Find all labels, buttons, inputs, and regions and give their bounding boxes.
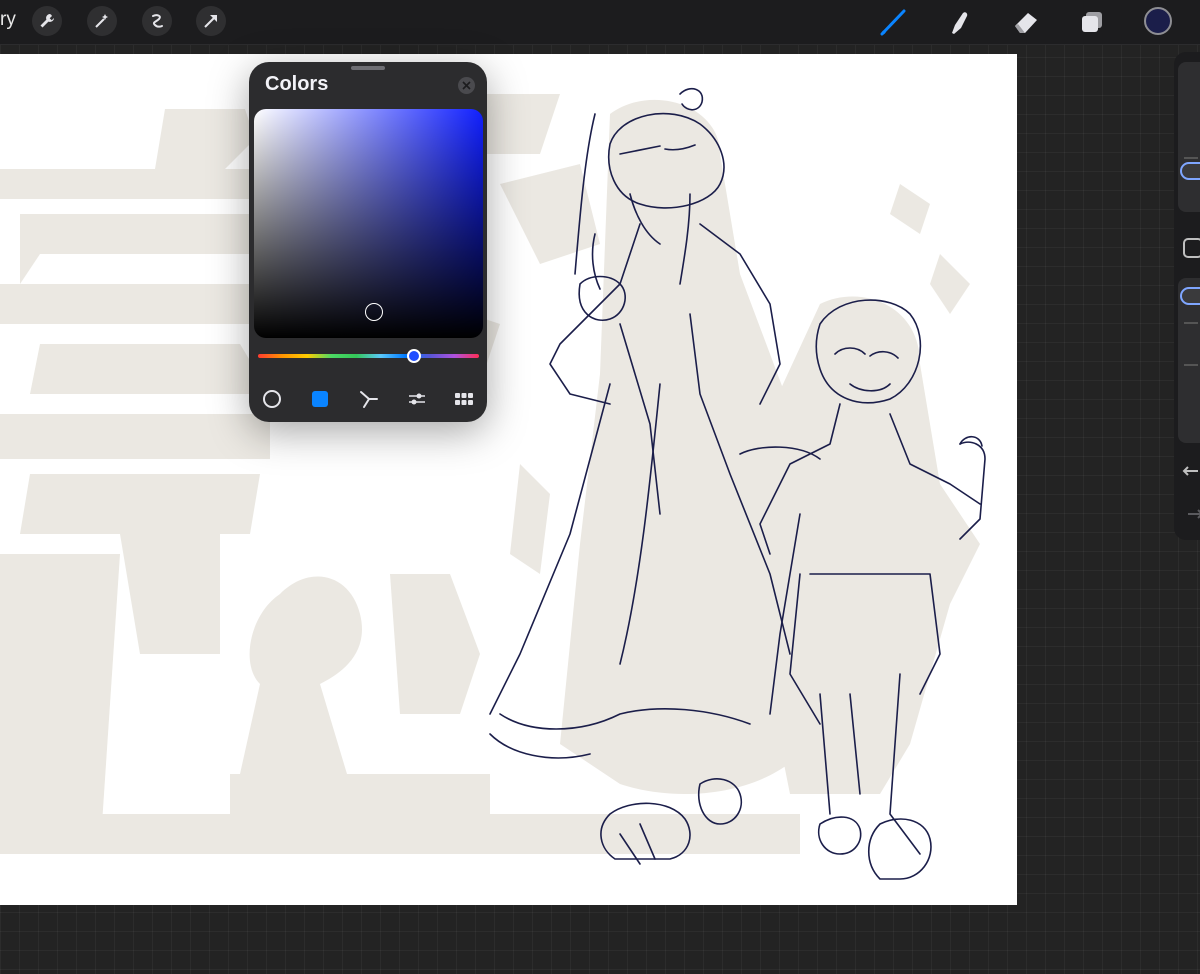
actions-button[interactable] xyxy=(32,6,62,36)
smudge-tool-button[interactable] xyxy=(943,6,975,38)
palettes-mode-button[interactable] xyxy=(452,387,476,411)
disc-mode-button[interactable] xyxy=(260,387,284,411)
layers-button[interactable] xyxy=(1076,6,1108,38)
color-picker-ring[interactable] xyxy=(365,303,383,321)
brush-size-slider[interactable] xyxy=(1178,62,1200,212)
hue-slider-knob[interactable] xyxy=(407,349,421,363)
wrench-icon xyxy=(40,14,54,28)
opacity-tick xyxy=(1184,322,1198,324)
smudge-icon xyxy=(952,12,968,34)
classic-mode-icon xyxy=(312,391,328,407)
size-tick xyxy=(1184,157,1198,159)
selection-icon xyxy=(152,14,163,28)
panel-grabber[interactable] xyxy=(351,66,385,70)
eraser-icon xyxy=(1015,13,1037,33)
colors-panel: Colors xyxy=(249,62,487,422)
modify-button[interactable] xyxy=(1183,238,1200,258)
layers-icon xyxy=(1082,12,1102,32)
undo-icon[interactable] xyxy=(1182,464,1200,482)
hue-slider[interactable] xyxy=(258,354,479,358)
value-mode-icon xyxy=(409,393,425,405)
transform-arrow-icon xyxy=(204,15,217,28)
close-icon xyxy=(462,81,471,90)
panel-title: Colors xyxy=(265,73,329,95)
selection-button[interactable] xyxy=(142,6,172,36)
opacity-tick xyxy=(1184,364,1198,366)
transform-button[interactable] xyxy=(196,6,226,36)
adjustments-button[interactable] xyxy=(87,6,117,36)
brush-tool-button[interactable] xyxy=(877,6,909,38)
palettes-mode-icon xyxy=(455,393,473,405)
saturation-brightness-square[interactable] xyxy=(254,109,483,338)
artwork xyxy=(0,87,986,880)
close-button[interactable] xyxy=(458,77,475,94)
redo-icon[interactable] xyxy=(1182,507,1200,525)
disc-mode-icon xyxy=(263,390,281,408)
magic-wand-icon xyxy=(95,14,108,28)
classic-mode-button[interactable] xyxy=(308,387,332,411)
top-toolbar: ry xyxy=(0,0,1200,45)
right-sidebar xyxy=(1174,52,1200,540)
drawing-canvas[interactable] xyxy=(0,54,1017,905)
brush-size-handle[interactable] xyxy=(1180,162,1200,180)
harmony-mode-icon xyxy=(360,391,378,408)
eraser-tool-button[interactable] xyxy=(1010,6,1042,38)
gallery-button[interactable]: ry xyxy=(0,9,16,31)
harmony-mode-button[interactable] xyxy=(357,387,381,411)
value-mode-button[interactable] xyxy=(405,387,429,411)
opacity-handle[interactable] xyxy=(1180,287,1200,305)
brush-icon xyxy=(880,9,906,36)
color-well-button[interactable] xyxy=(1144,7,1172,35)
